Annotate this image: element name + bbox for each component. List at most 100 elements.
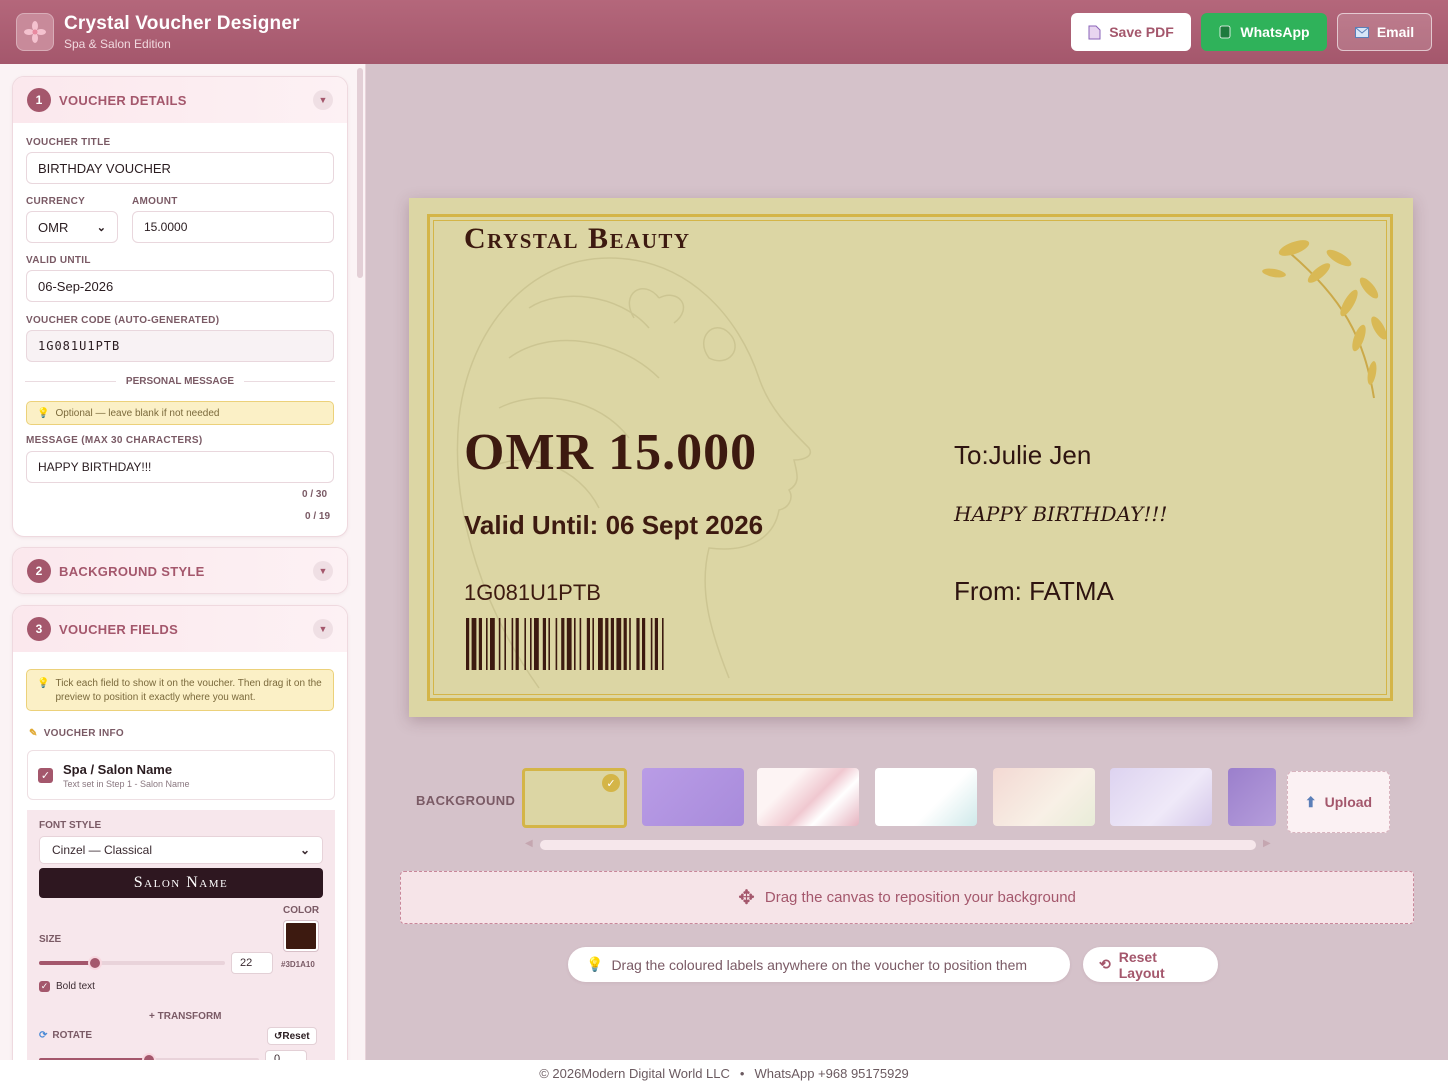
amount-input[interactable]: 15.0000 xyxy=(132,211,334,243)
optional-note-text: Optional — leave blank if not needed xyxy=(55,407,220,419)
save-pdf-label: Save PDF xyxy=(1109,24,1174,40)
barcode-bar xyxy=(524,618,526,670)
barcode-bar xyxy=(650,618,653,670)
font-style-label: FONT STYLE xyxy=(39,820,102,831)
barcode-bar xyxy=(534,618,539,670)
barcode-bar xyxy=(662,618,664,670)
rotate-heading: ⟳ ROTATE xyxy=(39,1030,92,1041)
reset-layout-button[interactable]: ⟲ Reset Layout xyxy=(1083,947,1218,982)
size-number-input[interactable]: 22 xyxy=(231,952,273,974)
voucher-salon-name[interactable]: Crystal Beauty xyxy=(464,222,691,256)
barcode-bar xyxy=(642,618,646,670)
sidebar: 1 VOUCHER DETAILS ▼ VOUCHER TITLE BIRTHD… xyxy=(0,64,366,1060)
app-subtitle: Spa & Salon Edition xyxy=(64,37,171,51)
background-thumb-white[interactable] xyxy=(875,768,977,826)
voucher-details-header[interactable]: 1 VOUCHER DETAILS ▼ xyxy=(13,77,347,123)
valid-until-input[interactable]: 06-Sep-2026 xyxy=(26,270,334,302)
currency-label: CURRENCY xyxy=(26,196,86,207)
save-pdf-button[interactable]: Save PDF xyxy=(1071,13,1191,51)
step-number: 1 xyxy=(27,88,51,112)
barcode-bar xyxy=(574,618,576,670)
voucher-fields-panel: 3 VOUCHER FIELDS ▼ 💡 Tick each field to … xyxy=(12,605,348,1060)
chevron-down-icon: ⌄ xyxy=(299,843,310,857)
background-style-header[interactable]: 2 BACKGROUND STYLE ▼ xyxy=(13,548,347,593)
currency-select[interactable]: OMR ⌄ xyxy=(26,211,118,243)
font-style-value: Cinzel — Classical xyxy=(52,843,153,857)
refresh-icon: ⟲ xyxy=(1099,956,1111,972)
voucher-from[interactable]: From: FATMA xyxy=(954,576,1114,607)
voucher-valid-until[interactable]: Valid Until: 06 Sept 2026 xyxy=(464,510,763,541)
voucher-title-input[interactable]: BIRTHDAY VOUCHER xyxy=(26,152,334,184)
background-thumb-floral-red[interactable] xyxy=(757,768,859,826)
background-thumb-lavender[interactable] xyxy=(642,768,744,826)
chevron-down-icon[interactable]: ▼ xyxy=(313,90,333,110)
step-number: 2 xyxy=(27,559,51,583)
upload-label: Upload xyxy=(1324,794,1373,810)
brand: Crystal Voucher Designer Spa & Salon Edi… xyxy=(64,13,300,51)
voucher-title-label: VOUCHER TITLE xyxy=(26,137,111,148)
mail-icon xyxy=(1354,26,1369,38)
voucher-fields-header[interactable]: 3 VOUCHER FIELDS ▼ xyxy=(13,606,347,652)
voucher-code-field: 1G081U1PTB xyxy=(26,330,334,362)
background-thumb-cream[interactable]: ✓ xyxy=(522,768,627,828)
size-slider-thumb[interactable] xyxy=(87,956,102,970)
barcode-bar xyxy=(498,618,501,670)
email-button[interactable]: Email xyxy=(1337,13,1432,51)
background-thumb-purple[interactable] xyxy=(1228,768,1276,826)
reset-layout-label: Reset Layout xyxy=(1118,948,1165,981)
section-title: BACKGROUND STYLE xyxy=(59,563,205,579)
footer: © 2026Modern Digital World LLC • WhatsAp… xyxy=(0,1060,1448,1086)
header-actions: Save PDF WhatsApp Email xyxy=(1071,13,1432,51)
background-style-panel: 2 BACKGROUND STYLE ▼ xyxy=(12,547,348,594)
scroll-left-icon[interactable]: ◀ xyxy=(525,838,533,849)
upload-background-button[interactable]: ⬆ Upload xyxy=(1287,771,1390,833)
currency-value: OMR xyxy=(38,219,69,235)
rotate-reset-button[interactable]: ↺ Reset xyxy=(267,1027,317,1045)
step-number: 3 xyxy=(27,617,51,641)
drag-canvas-hint[interactable]: ✥ Drag the canvas to reposition your bac… xyxy=(400,871,1414,924)
color-swatch[interactable] xyxy=(284,921,318,951)
size-slider[interactable] xyxy=(39,956,225,970)
checkbox-checked-icon[interactable]: ✓ xyxy=(39,981,50,992)
checkbox-checked-icon[interactable]: ✓ xyxy=(38,767,53,783)
rotate-number-input[interactable]: 0 xyxy=(265,1050,307,1060)
footer-whatsapp: WhatsApp +968 95175929 xyxy=(754,1065,909,1081)
barcode xyxy=(466,618,664,670)
section-title: VOUCHER DETAILS xyxy=(59,92,187,108)
chevron-down-icon[interactable]: ▼ xyxy=(313,619,333,639)
chevron-down-icon[interactable]: ▼ xyxy=(313,561,333,581)
rotate-slider-thumb[interactable] xyxy=(142,1053,156,1060)
voucher-amount[interactable]: OMR 15.000 xyxy=(464,423,757,482)
field-item-salon-name[interactable]: ✓ Spa / Salon Name Text set in Step 1 - … xyxy=(27,750,335,800)
barcode-bar xyxy=(555,618,558,670)
background-thumb-lilac[interactable] xyxy=(1110,768,1212,826)
secondary-char-counter: 0 / 19 xyxy=(305,511,331,522)
sidebar-scrollbar[interactable] xyxy=(357,68,363,278)
lightbulb-icon: 💡 xyxy=(37,678,50,689)
background-thumb-blush[interactable] xyxy=(993,768,1095,826)
background-label: BACKGROUND xyxy=(416,793,516,808)
barcode-bar xyxy=(636,618,640,670)
message-char-counter: 0 / 30 xyxy=(302,489,328,500)
barcode-bar xyxy=(623,618,627,670)
barcode-bar xyxy=(605,618,609,670)
rotate-label: ROTATE xyxy=(52,1030,93,1041)
font-style-select[interactable]: Cinzel — Classical ⌄ xyxy=(39,836,323,864)
checkmark-icon: ✓ xyxy=(602,774,620,792)
section-title: VOUCHER FIELDS xyxy=(59,621,179,637)
voucher-to[interactable]: To:Julie Jen xyxy=(954,440,1091,471)
voucher-message[interactable]: HAPPY BIRTHDAY!!! xyxy=(954,502,1167,526)
scroll-right-icon[interactable]: ▶ xyxy=(1263,838,1271,849)
barcode-bar xyxy=(654,618,658,670)
upload-icon: ⬆ xyxy=(1304,793,1317,810)
voucher-code[interactable]: 1G081U1PTB xyxy=(464,580,601,606)
personal-message-divider: PERSONAL MESSAGE xyxy=(25,375,335,387)
barcode-bar xyxy=(486,618,488,670)
reset-label: Reset xyxy=(282,1030,310,1042)
message-input[interactable]: HAPPY BIRTHDAY!!! xyxy=(26,451,334,483)
background-scrollbar[interactable] xyxy=(540,840,1256,850)
footer-copyright: © 2026Modern Digital World LLC xyxy=(539,1065,730,1081)
whatsapp-button[interactable]: WhatsApp xyxy=(1201,13,1327,51)
bold-toggle[interactable]: ✓ Bold text xyxy=(39,981,95,992)
reset-icon: ↺ xyxy=(274,1030,283,1042)
